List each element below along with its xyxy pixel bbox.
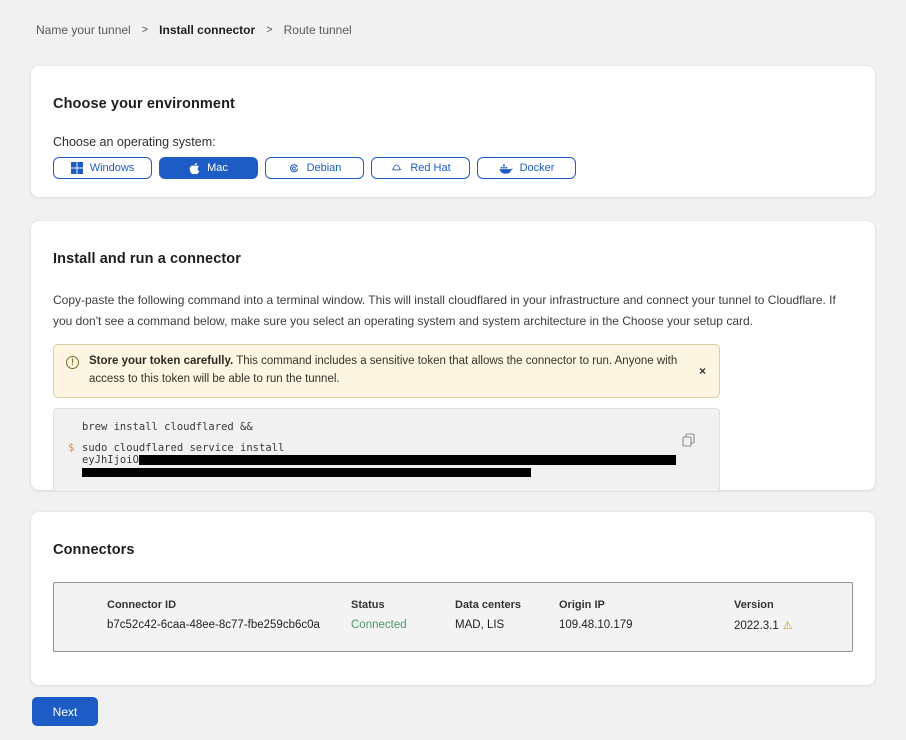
breadcrumb-route-tunnel[interactable]: Route tunnel <box>284 23 352 37</box>
environment-card-title: Choose your environment <box>53 96 853 112</box>
os-button-label: Mac <box>207 162 228 174</box>
choose-environment-card: Choose your environment Choose an operat… <box>31 66 875 197</box>
token-warning-banner: ! Store your token carefully. This comma… <box>53 344 720 398</box>
os-button-label: Red Hat <box>410 162 450 174</box>
apple-logo-icon <box>189 162 200 175</box>
connector-version-value: 2022.3.1⚠ <box>734 619 852 632</box>
breadcrumb: Name your tunnel > Install connector > R… <box>36 23 352 37</box>
breadcrumb-separator: > <box>266 24 272 36</box>
os-button-label: Docker <box>520 162 555 174</box>
code-line-brew: brew install cloudflared && <box>82 421 253 433</box>
docker-logo-icon <box>499 163 513 174</box>
connectors-card: Connectors Connector ID Status Data cent… <box>31 512 875 685</box>
install-instructions: Copy-paste the following command into a … <box>53 290 853 331</box>
col-header-version: Version <box>734 599 852 611</box>
connector-origin-ip-value: 109.48.10.179 <box>559 619 734 632</box>
os-button-label: Debian <box>307 162 342 174</box>
version-warning-icon: ⚠ <box>783 619 793 632</box>
alert-circle-icon: ! <box>66 356 79 369</box>
breadcrumb-separator: > <box>142 24 148 36</box>
os-select-label: Choose an operating system: <box>53 135 853 149</box>
breadcrumb-name-your-tunnel[interactable]: Name your tunnel <box>36 23 131 37</box>
debian-logo-icon <box>288 162 300 174</box>
copy-command-button[interactable] <box>682 433 695 447</box>
col-header-data-centers: Data centers <box>455 599 559 611</box>
redacted-token-bar <box>139 455 676 465</box>
redhat-logo-icon <box>390 162 403 174</box>
connector-status-value: Connected <box>351 619 455 632</box>
col-header-connector-id: Connector ID <box>107 599 351 611</box>
os-button-group: Windows Mac Debian Red Hat Docker <box>53 157 853 179</box>
redacted-token-bar-2 <box>82 468 531 477</box>
shell-prompt: $ <box>68 442 82 454</box>
windows-logo-icon <box>71 162 83 174</box>
os-button-label: Windows <box>90 162 135 174</box>
os-button-windows[interactable]: Windows <box>53 157 152 179</box>
next-button[interactable]: Next <box>32 697 98 726</box>
install-card-title: Install and run a connector <box>53 251 853 267</box>
token-warning-text: Store your token carefully. This command… <box>89 353 685 389</box>
code-line-install: sudo cloudflared service install <box>82 442 284 454</box>
os-button-mac[interactable]: Mac <box>159 157 258 179</box>
install-command-codeblock: brew install cloudflared && $ sudo cloud… <box>53 408 720 492</box>
os-button-redhat[interactable]: Red Hat <box>371 157 470 179</box>
os-button-docker[interactable]: Docker <box>477 157 576 179</box>
col-header-origin-ip: Origin IP <box>559 599 734 611</box>
connector-data-centers-value: MAD, LIS <box>455 619 559 632</box>
connectors-card-title: Connectors <box>53 542 853 558</box>
copy-icon <box>682 435 695 450</box>
col-header-status: Status <box>351 599 455 611</box>
connector-id-value: b7c52c42-6caa-48ee-8c77-fbe259cb6c0a <box>107 619 351 632</box>
install-connector-card: Install and run a connector Copy-paste t… <box>31 221 875 490</box>
connectors-table: Connector ID Status Data centers Origin … <box>53 582 853 652</box>
os-button-debian[interactable]: Debian <box>265 157 364 179</box>
token-warning-bold: Store your token carefully. <box>89 355 233 367</box>
token-prefix: eyJhIjoiO <box>82 455 139 466</box>
breadcrumb-install-connector[interactable]: Install connector <box>159 23 255 37</box>
close-icon[interactable]: × <box>699 365 706 377</box>
